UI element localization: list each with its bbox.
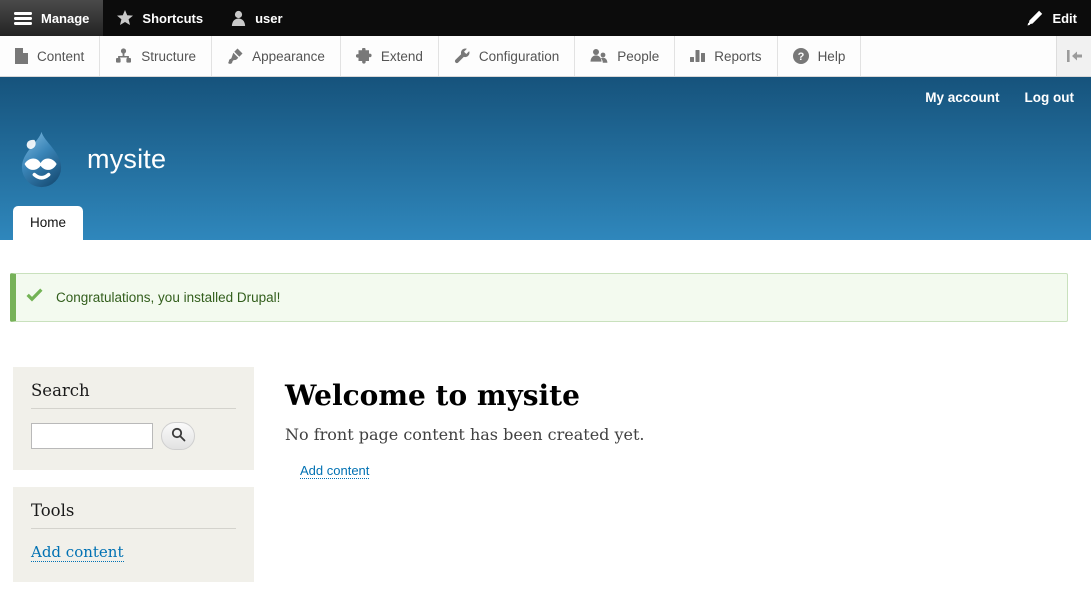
- tools-block-title: Tools: [31, 501, 236, 529]
- star-icon: [117, 10, 133, 26]
- status-message-text: Congratulations, you installed Drupal!: [56, 290, 280, 305]
- add-content-link[interactable]: Add content: [300, 463, 369, 479]
- main-content-region: Congratulations, you installed Drupal! S…: [0, 240, 1091, 582]
- bar-chart-icon: [690, 48, 705, 64]
- search-block: Search: [13, 367, 254, 470]
- empty-frontpage-text: No front page content has been created y…: [285, 425, 1061, 444]
- sitemap-icon: [115, 48, 132, 64]
- search-submit-button[interactable]: [161, 422, 195, 450]
- tray-item-label: Structure: [141, 49, 196, 64]
- toolbar-tab-user[interactable]: user: [217, 0, 296, 36]
- tray-item-help[interactable]: ? Help: [778, 36, 862, 76]
- people-icon: [590, 48, 608, 64]
- pencil-icon: [1027, 10, 1043, 26]
- primary-tabs: Home: [13, 206, 83, 240]
- site-header: My account Log out: [0, 77, 1091, 240]
- my-account-link[interactable]: My account: [925, 90, 999, 105]
- tray-item-appearance[interactable]: Appearance: [212, 36, 341, 76]
- tray-item-people[interactable]: People: [575, 36, 675, 76]
- tools-block: Tools Add content: [13, 487, 254, 582]
- checkmark-icon: [26, 288, 43, 307]
- main-column: Welcome to mysite No front page content …: [254, 367, 1061, 480]
- secondary-menu: My account Log out: [925, 90, 1074, 105]
- drupal-drop-logo[interactable]: [13, 131, 70, 188]
- tray-item-extend[interactable]: Extend: [341, 36, 439, 76]
- log-out-link[interactable]: Log out: [1025, 90, 1074, 105]
- toolbar-edit-button[interactable]: Edit: [1013, 0, 1091, 36]
- toolbar-edit-label: Edit: [1052, 11, 1077, 26]
- paintbrush-icon: [227, 48, 243, 64]
- menu-icon: [14, 12, 32, 25]
- search-icon: [171, 427, 186, 445]
- site-branding: mysite: [13, 131, 166, 188]
- puzzle-icon: [356, 48, 372, 64]
- tray-item-configuration[interactable]: Configuration: [439, 36, 575, 76]
- status-message: Congratulations, you installed Drupal!: [10, 273, 1068, 322]
- search-form: [31, 422, 236, 450]
- tray-item-reports[interactable]: Reports: [675, 36, 777, 76]
- file-icon: [15, 48, 28, 64]
- svg-text:?: ?: [797, 51, 804, 63]
- toolbar-tab-label: Shortcuts: [142, 11, 203, 26]
- user-icon: [231, 10, 246, 26]
- toolbar-tab-manage[interactable]: Manage: [0, 0, 103, 36]
- help-icon: ?: [793, 48, 809, 64]
- tray-item-label: Appearance: [252, 49, 325, 64]
- admin-tray: Content Structure Appearance: [0, 36, 1091, 77]
- tray-item-label: People: [617, 49, 659, 64]
- toolbar-tab-label: user: [255, 11, 282, 26]
- search-block-title: Search: [31, 381, 236, 409]
- toolbar-tab-label: Manage: [41, 11, 89, 26]
- tray-item-label: Extend: [381, 49, 423, 64]
- toolbar-collapse-icon[interactable]: [1056, 36, 1091, 76]
- tray-item-label: Content: [37, 49, 84, 64]
- tray-item-structure[interactable]: Structure: [100, 36, 212, 76]
- toolbar-tab-shortcuts[interactable]: Shortcuts: [103, 0, 217, 36]
- search-input[interactable]: [31, 423, 153, 449]
- wrench-icon: [454, 48, 470, 64]
- tray-spacer: [861, 36, 1056, 76]
- drupal-admin-page: Manage Shortcuts user: [0, 0, 1091, 615]
- tray-item-label: Configuration: [479, 49, 559, 64]
- content-layout: Search T: [0, 367, 1091, 582]
- sidebar-first: Search T: [13, 367, 254, 582]
- tray-item-label: Reports: [714, 49, 761, 64]
- toolbar-spacer: [297, 0, 1014, 36]
- tools-add-content-link[interactable]: Add content: [31, 543, 124, 562]
- admin-toolbar: Manage Shortcuts user: [0, 0, 1091, 36]
- site-name[interactable]: mysite: [87, 144, 166, 175]
- tab-home[interactable]: Home: [13, 206, 83, 240]
- tray-item-label: Help: [818, 49, 846, 64]
- tray-item-content[interactable]: Content: [0, 36, 100, 76]
- page-title: Welcome to mysite: [285, 379, 1061, 412]
